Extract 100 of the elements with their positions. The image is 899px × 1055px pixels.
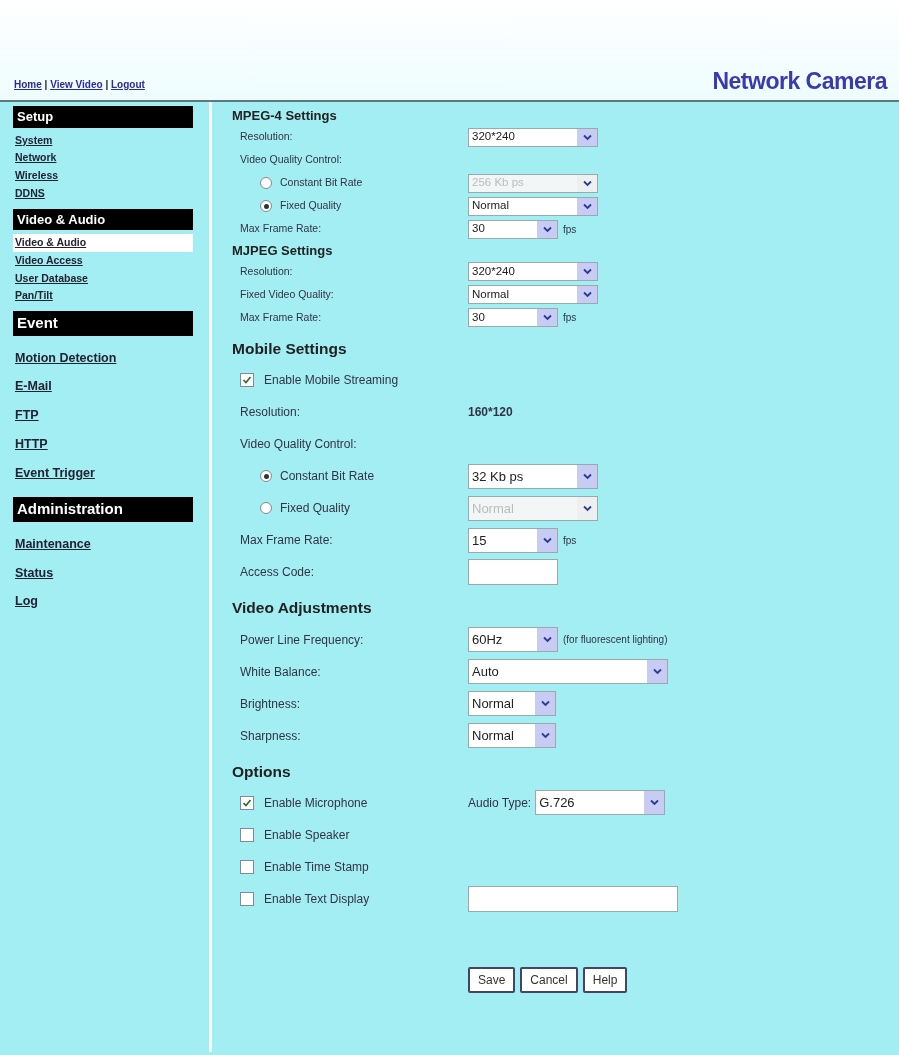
value-text: 160*120 [468, 404, 513, 422]
section-title: Options [232, 761, 292, 782]
field-label: Power Line Frequency: [240, 631, 365, 649]
dropdown[interactable]: Normal [468, 196, 598, 216]
site-title: Network Camera [712, 66, 887, 96]
separator: | [105, 79, 109, 90]
chevron-down-icon [542, 636, 552, 643]
radio-label: Fixed Quality [280, 198, 342, 214]
checkbox-label: Enable Microphone [264, 794, 368, 812]
radio-label: Fixed Quality [280, 500, 351, 518]
chevron-down-icon [542, 314, 552, 321]
sidebar-item[interactable]: E-Mail [13, 372, 193, 401]
checkbox[interactable] [240, 827, 254, 842]
form-button[interactable]: Save [468, 966, 516, 993]
section-title: Video Adjustments [232, 598, 373, 619]
radio-label: Constant Bit Rate [280, 468, 375, 486]
field-label: Resolution: [240, 263, 294, 279]
section-title: MJPEG Settings [232, 241, 334, 260]
note-text: (for fluorescent lighting) [563, 633, 668, 647]
checkbox-label: Enable Time Stamp [264, 858, 369, 876]
sidebar-item[interactable]: Event Trigger [13, 458, 193, 488]
field-label: Resolution: [240, 404, 302, 422]
dropdown[interactable]: G.726 [535, 790, 666, 816]
sidebar-item[interactable]: Video & Audio [13, 234, 193, 252]
form-button[interactable]: Cancel [520, 966, 578, 993]
field-label: Max Frame Rate: [240, 309, 323, 325]
chevron-down-icon [582, 202, 592, 210]
chevron-down-icon [649, 799, 659, 807]
sidebar-heading: Video & Audio [13, 208, 193, 230]
sidebar-item[interactable]: HTTP [13, 429, 193, 459]
input-field[interactable] [468, 885, 678, 912]
radio-button[interactable] [260, 200, 272, 212]
separator: | [44, 79, 48, 90]
nav-link[interactable]: View Video [50, 79, 103, 90]
dropdown[interactable]: 60Hz [468, 627, 558, 652]
field-label: Sharpness: [240, 727, 302, 745]
section-title: Mobile Settings [232, 339, 348, 359]
sidebar-heading: Setup [13, 106, 193, 128]
radio-label: Constant Bit Rate [280, 175, 363, 191]
unit-label: fps [563, 311, 577, 325]
chevron-down-icon [542, 536, 552, 544]
checkbox-label: Enable Mobile Streaming [264, 372, 399, 390]
checkbox[interactable] [240, 795, 254, 810]
sidebar-item[interactable]: Video Access [13, 251, 193, 270]
sidebar-item[interactable]: Status [13, 558, 193, 588]
dropdown[interactable]: Normal [468, 285, 598, 304]
unit-label: fps [563, 533, 577, 548]
dropdown[interactable]: 320*240 [468, 262, 598, 281]
nav-link[interactable]: Logout [111, 79, 145, 90]
field-label: Access Code: [240, 564, 316, 582]
chevron-down-icon [540, 700, 550, 707]
form-button[interactable]: Help [582, 966, 628, 993]
dropdown[interactable]: 30 [468, 308, 558, 327]
field-label: Video Quality Control: [240, 436, 358, 454]
field-label: Max Frame Rate: [240, 532, 334, 550]
nav-link[interactable]: Home [14, 79, 42, 90]
sidebar-item[interactable]: Log [13, 587, 193, 616]
field-label: Video Quality Control: [240, 152, 343, 168]
chevron-down-icon [582, 179, 592, 187]
sidebar-heading: Administration [13, 497, 193, 522]
section-title: MPEG-4 Settings [232, 107, 338, 125]
dropdown[interactable]: 32 Kb ps [468, 463, 598, 489]
sidebar-item[interactable]: Motion Detection [13, 343, 193, 373]
dropdown[interactable]: Auto [468, 659, 668, 684]
chevron-down-icon [582, 504, 592, 512]
sidebar-item[interactable]: User Database [13, 269, 193, 288]
chevron-down-icon [582, 268, 592, 275]
field-label: Brightness: [240, 695, 302, 713]
sidebar-item[interactable]: DDNS [13, 184, 193, 203]
chevron-down-icon [542, 225, 552, 233]
dropdown[interactable]: 15 [468, 527, 558, 553]
chevron-down-icon [652, 668, 662, 675]
field-label: Audio Type: [468, 794, 532, 812]
unit-label: fps [563, 222, 577, 237]
checkbox-label: Enable Speaker [264, 826, 350, 844]
checkbox[interactable] [240, 859, 254, 874]
chevron-down-icon [540, 732, 550, 739]
field-label: Max Frame Rate: [240, 221, 323, 237]
chevron-down-icon [582, 472, 592, 480]
chevron-down-icon [582, 133, 592, 141]
dropdown[interactable]: Normal [468, 723, 556, 748]
checkbox[interactable] [240, 373, 254, 388]
sidebar-item[interactable]: System [13, 131, 193, 150]
radio-button[interactable] [260, 470, 272, 483]
field-label: Resolution: [240, 129, 294, 145]
sidebar-item[interactable]: Maintenance [13, 529, 193, 559]
dropdown[interactable]: 320*240 [468, 127, 598, 147]
sidebar-heading: Event [13, 311, 193, 336]
dropdown[interactable]: 30 [468, 219, 558, 239]
sidebar-item[interactable]: Wireless [13, 167, 193, 185]
field-label: Fixed Video Quality: [240, 286, 335, 302]
checkbox-label: Enable Text Display [264, 890, 370, 908]
sidebar-item[interactable]: Network [13, 149, 193, 167]
sidebar-item[interactable]: Pan/Tilt [13, 287, 193, 305]
field-label: White Balance: [240, 663, 322, 681]
checkbox[interactable] [240, 891, 254, 906]
input-field[interactable] [468, 559, 558, 586]
dropdown[interactable]: Normal [468, 691, 556, 716]
chevron-down-icon [582, 291, 592, 298]
sidebar-item[interactable]: FTP [13, 401, 193, 430]
